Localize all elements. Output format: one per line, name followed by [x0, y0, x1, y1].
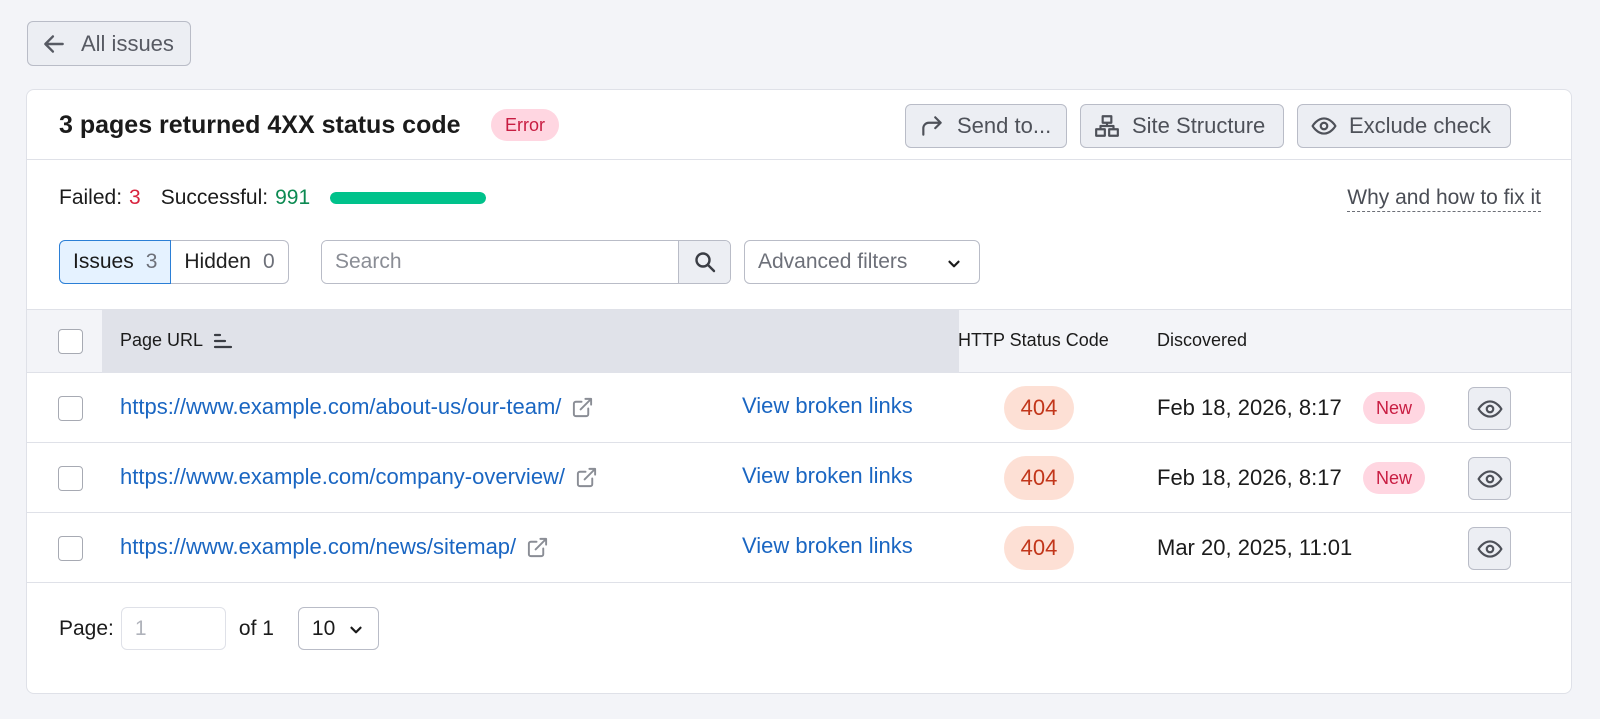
page-total-label: of 1	[238, 616, 274, 640]
table-row: https://www.example.com/news/sitemap/ Vi…	[27, 513, 1571, 583]
card-header: 3 pages returned 4XX status code Error S…	[27, 90, 1571, 160]
select-all-checkbox[interactable]	[58, 329, 83, 354]
tab-issues-count: 3	[145, 250, 158, 273]
table-row: https://www.example.com/about-us/our-tea…	[27, 373, 1571, 443]
column-page-url[interactable]: Page URL	[120, 330, 233, 351]
page-size-select[interactable]: 10	[297, 607, 379, 650]
failed-label: Failed:	[59, 186, 123, 209]
search-button[interactable]	[678, 241, 730, 283]
view-broken-links-link[interactable]: View broken links	[742, 393, 913, 419]
search-input[interactable]	[322, 241, 678, 283]
search-box	[321, 240, 731, 284]
issue-card: 3 pages returned 4XX status code Error S…	[26, 89, 1572, 694]
external-link-icon	[576, 467, 597, 487]
new-badge: New	[1363, 392, 1426, 424]
chevron-down-icon	[350, 626, 362, 634]
search-icon	[694, 252, 715, 273]
status-code-badge: 404	[1004, 456, 1074, 500]
advanced-filters-label: Advanced filters	[758, 250, 908, 273]
status-code-badge: 404	[1004, 526, 1074, 570]
eye-icon	[1476, 399, 1503, 418]
page-title: 3 pages returned 4XX status code	[59, 111, 461, 139]
why-and-how-link[interactable]: Why and how to fix it	[1347, 186, 1541, 212]
exclude-check-button[interactable]: Exclude check	[1297, 104, 1511, 148]
chevron-down-icon	[948, 260, 960, 268]
page-url-text: https://www.example.com/about-us/our-tea…	[120, 394, 562, 419]
share-arrow-icon	[922, 116, 942, 136]
view-broken-links-link[interactable]: View broken links	[742, 463, 913, 489]
external-link-icon	[573, 397, 593, 417]
issues-hidden-toggle: Issues 3 Hidden 0	[59, 240, 289, 284]
page-url-link[interactable]: https://www.example.com/company-overview…	[120, 464, 598, 490]
sort-icon	[213, 333, 233, 348]
column-http-status[interactable]: HTTP Status Code	[958, 330, 1109, 351]
eye-icon	[1476, 539, 1503, 558]
advanced-filters-dropdown[interactable]: Advanced filters	[744, 240, 980, 284]
tab-hidden[interactable]: Hidden 0	[171, 240, 289, 284]
page-size-value: 10	[311, 616, 336, 640]
all-issues-label: All issues	[81, 30, 174, 56]
check-stats: Failed: 3 Successful: 991	[59, 186, 487, 210]
page-url-link[interactable]: https://www.example.com/news/sitemap/	[120, 534, 549, 560]
send-to-label: Send to...	[957, 113, 1052, 138]
tab-hidden-label: Hidden	[184, 250, 251, 273]
arrow-left-icon	[44, 34, 64, 53]
pagination: Page: of 1 10	[59, 607, 379, 650]
eye-icon	[1476, 469, 1503, 488]
tab-issues[interactable]: Issues 3	[59, 240, 172, 284]
hide-row-button[interactable]	[1468, 527, 1511, 570]
external-link-icon	[528, 537, 548, 557]
site-structure-button[interactable]: Site Structure	[1080, 104, 1284, 148]
severity-badge: Error	[491, 109, 559, 141]
table-row: https://www.example.com/company-overview…	[27, 443, 1571, 513]
eye-icon	[1311, 117, 1337, 135]
site-structure-label: Site Structure	[1132, 113, 1266, 138]
page-url-text: https://www.example.com/news/sitemap/	[120, 534, 517, 559]
discovered-date: Mar 20, 2025, 11:01	[1157, 535, 1353, 560]
sitemap-icon	[1095, 115, 1119, 137]
successful-label: Successful:	[160, 186, 269, 209]
table-header: Page URL HTTP Status Code Discovered	[27, 309, 1571, 373]
tab-hidden-count: 0	[262, 250, 275, 273]
successful-count: 991	[275, 186, 311, 209]
discovered-date: Feb 18, 2026, 8:17	[1157, 395, 1342, 420]
all-issues-button[interactable]: All issues	[27, 21, 191, 66]
hide-row-button[interactable]	[1468, 387, 1511, 430]
row-checkbox[interactable]	[58, 536, 83, 561]
page-url-text: https://www.example.com/company-overview…	[120, 464, 566, 489]
row-checkbox[interactable]	[58, 396, 83, 421]
column-page-url-label: Page URL	[120, 330, 204, 350]
view-broken-links-link[interactable]: View broken links	[742, 533, 913, 559]
hide-row-button[interactable]	[1468, 457, 1511, 500]
page-number-input[interactable]	[120, 607, 226, 650]
column-discovered[interactable]: Discovered	[1157, 330, 1247, 351]
page-label: Page:	[59, 616, 114, 640]
success-progress-bar	[330, 192, 487, 204]
send-to-button[interactable]: Send to...	[905, 104, 1067, 148]
tab-issues-label: Issues	[73, 250, 134, 273]
discovered-date: Feb 18, 2026, 8:17	[1157, 465, 1342, 490]
row-checkbox[interactable]	[58, 466, 83, 491]
exclude-check-label: Exclude check	[1349, 113, 1491, 138]
page-url-link[interactable]: https://www.example.com/about-us/our-tea…	[120, 394, 594, 420]
failed-count: 3	[129, 186, 141, 209]
new-badge: New	[1363, 462, 1426, 494]
success-progress-fill	[330, 192, 486, 204]
status-code-badge: 404	[1004, 386, 1074, 430]
